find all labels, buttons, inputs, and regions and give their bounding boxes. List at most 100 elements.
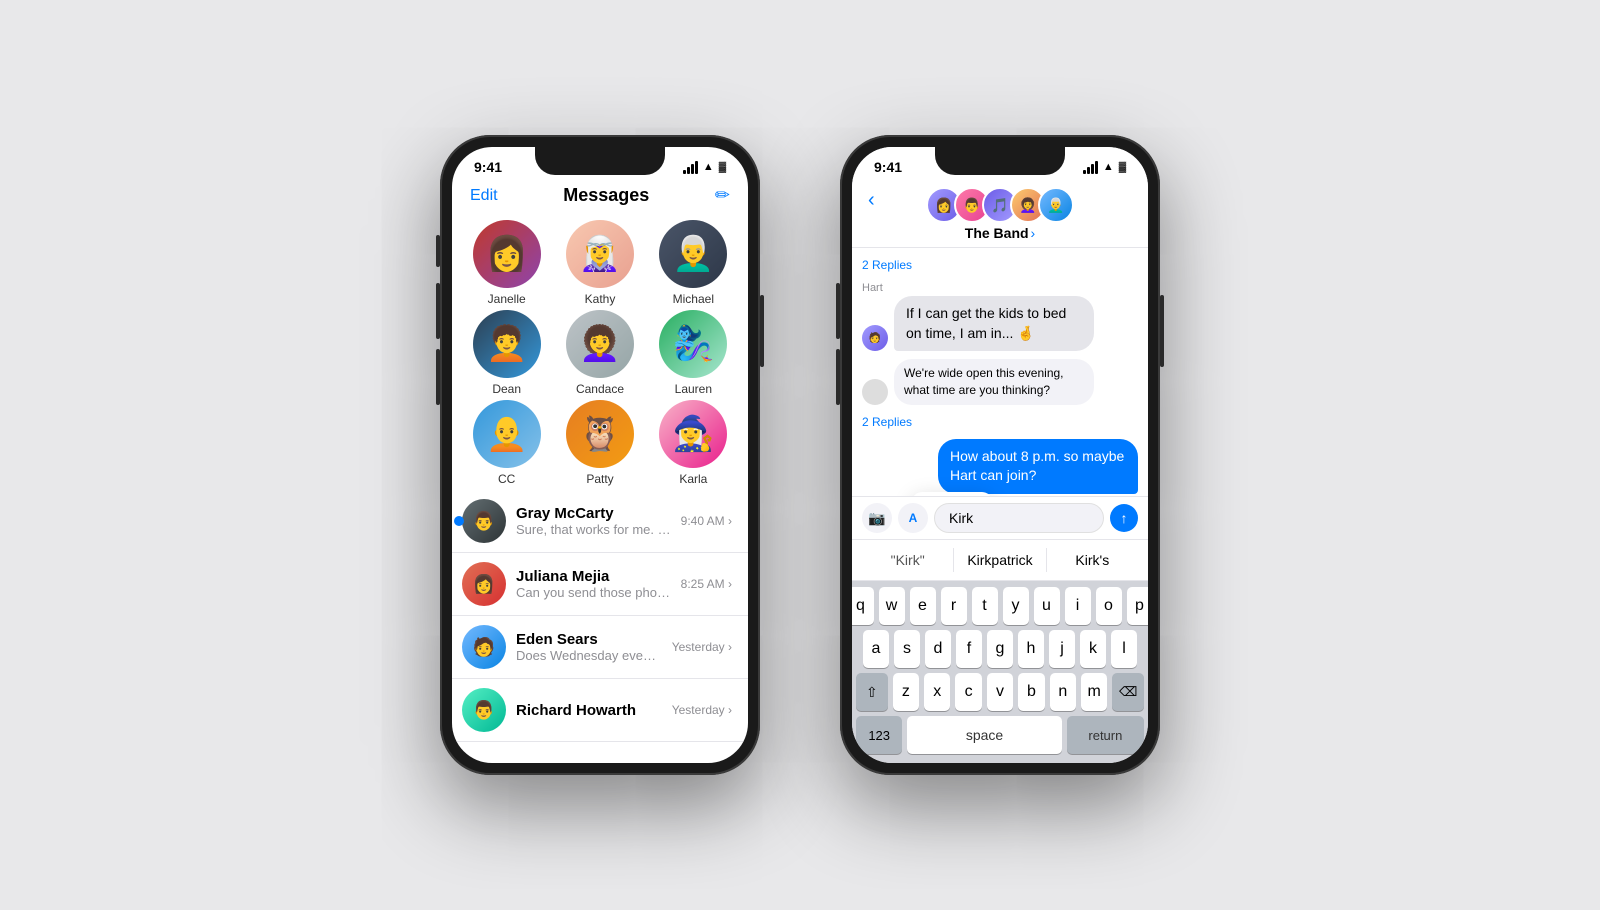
pinned-label-candace: Candace xyxy=(576,382,624,396)
replies-label-2: 2 Replies xyxy=(862,413,1138,431)
sender-hart: Hart xyxy=(862,282,1138,294)
message-meta-eden: Yesterday › xyxy=(672,640,732,654)
mute-button[interactable] xyxy=(436,349,440,405)
pinned-item-dean[interactable]: 🧑‍🦱 Dean xyxy=(462,310,551,396)
group-avatars[interactable]: 👩 👨 🎵 👩‍🦱 👨‍🦳 xyxy=(926,187,1074,223)
key-a[interactable]: a xyxy=(863,630,889,668)
pinned-item-candace[interactable]: 👩‍🦱 Candace xyxy=(555,310,644,396)
compose-button[interactable]: ✏ xyxy=(715,185,730,206)
key-o[interactable]: o xyxy=(1096,587,1122,625)
volume-down-button[interactable] xyxy=(436,283,440,339)
sender-name-juliana: Juliana Mejia xyxy=(516,568,671,585)
key-y[interactable]: y xyxy=(1003,587,1029,625)
pinned-label-janelle: Janelle xyxy=(488,292,526,306)
mention-popup[interactable]: 👨 Kirk xyxy=(912,492,992,496)
message-content-juliana: Juliana Mejia Can you send those photos? xyxy=(516,568,671,600)
shift-key[interactable]: ⇧ xyxy=(856,673,888,711)
notch-2 xyxy=(935,147,1065,175)
key-f[interactable]: f xyxy=(956,630,982,668)
unread-indicator xyxy=(454,516,464,526)
avatar-karla: 🧙‍♀️ xyxy=(659,400,727,468)
key-u[interactable]: u xyxy=(1034,587,1060,625)
message-item-gray[interactable]: 👨 Gray McCarty Sure, that works for me. … xyxy=(452,490,748,553)
autocomplete-item-kirks[interactable]: Kirk's xyxy=(1047,548,1138,572)
delete-key[interactable]: ⌫ xyxy=(1112,673,1144,711)
key-p[interactable]: p xyxy=(1127,587,1149,625)
conversation-messages: 2 Replies Hart 🧑 If I can get the kids t… xyxy=(852,248,1148,496)
mute-button-2[interactable] xyxy=(836,349,840,405)
messages-nav: Edit Messages ✏ xyxy=(452,183,748,214)
space-key[interactable]: space xyxy=(907,716,1061,754)
sender-name-richard: Richard Howarth xyxy=(516,702,662,719)
message-item-juliana[interactable]: 👩 Juliana Mejia Can you send those photo… xyxy=(452,553,748,616)
key-s[interactable]: s xyxy=(894,630,920,668)
bubble-anon: We're wide open this evening, what time … xyxy=(894,359,1094,405)
message-input[interactable]: Kirk xyxy=(934,503,1104,533)
key-v[interactable]: v xyxy=(987,673,1013,711)
message-item-eden[interactable]: 🧑 Eden Sears Does Wednesday evening work… xyxy=(452,616,748,679)
key-n[interactable]: n xyxy=(1050,673,1076,711)
pinned-label-cc: CC xyxy=(498,472,515,486)
key-l[interactable]: l xyxy=(1111,630,1137,668)
message-meta-gray: 9:40 AM › xyxy=(681,514,732,528)
key-j[interactable]: j xyxy=(1049,630,1075,668)
phone-2: 9:41 ▲ ▓ xyxy=(840,135,1160,775)
pinned-item-patty[interactable]: 🦉 Patty xyxy=(555,400,644,486)
key-x[interactable]: x xyxy=(924,673,950,711)
group-name-row[interactable]: The Band › xyxy=(965,225,1035,241)
key-k[interactable]: k xyxy=(1080,630,1106,668)
key-g[interactable]: g xyxy=(987,630,1013,668)
numbers-key[interactable]: 123 xyxy=(856,716,902,754)
return-key[interactable]: return xyxy=(1067,716,1144,754)
pinned-item-cc[interactable]: 🧑‍🦲 CC xyxy=(462,400,551,486)
volume-down-button-2[interactable] xyxy=(836,283,840,339)
pinned-item-lauren[interactable]: 🧞‍♀️ Lauren xyxy=(649,310,738,396)
camera-button[interactable]: 📷 xyxy=(862,503,892,533)
back-button[interactable]: ‹ xyxy=(868,189,875,212)
key-d[interactable]: d xyxy=(925,630,951,668)
edit-button[interactable]: Edit xyxy=(470,187,498,205)
message-list: 👨 Gray McCarty Sure, that works for me. … xyxy=(452,490,748,742)
pinned-item-janelle[interactable]: 👩 Janelle xyxy=(462,220,551,306)
key-w[interactable]: w xyxy=(879,587,905,625)
avatar-lauren: 🧞‍♀️ xyxy=(659,310,727,378)
key-h[interactable]: h xyxy=(1018,630,1044,668)
message-content-richard: Richard Howarth xyxy=(516,702,662,719)
wifi-icon-2: ▲ xyxy=(1103,161,1114,173)
message-item-richard[interactable]: 👨 Richard Howarth Yesterday › xyxy=(452,679,748,742)
message-hart: Hart 🧑 If I can get the kids to bed on t… xyxy=(862,282,1138,351)
power-button[interactable] xyxy=(760,295,764,367)
volume-up-button[interactable] xyxy=(436,235,440,267)
keyboard-row-3: ⇧ z x c v b n m ⌫ xyxy=(856,673,1144,711)
key-r[interactable]: r xyxy=(941,587,967,625)
battery-icon-2: ▓ xyxy=(1119,162,1126,173)
avatar-patty: 🦉 xyxy=(566,400,634,468)
bubble-row-hart: 🧑 If I can get the kids to bed on time, … xyxy=(862,296,1138,351)
key-e[interactable]: e xyxy=(910,587,936,625)
message-time-gray: 9:40 AM › xyxy=(681,514,732,528)
key-q[interactable]: q xyxy=(852,587,874,625)
key-i[interactable]: i xyxy=(1065,587,1091,625)
key-m[interactable]: m xyxy=(1081,673,1107,711)
sender-name-eden: Eden Sears xyxy=(516,631,662,648)
group-chevron[interactable]: › xyxy=(1031,225,1036,241)
pinned-label-kathy: Kathy xyxy=(585,292,616,306)
appstore-button[interactable]: A xyxy=(898,503,928,533)
key-c[interactable]: c xyxy=(955,673,981,711)
autocomplete-item-kirkpatrick[interactable]: Kirkpatrick xyxy=(954,548,1046,572)
key-b[interactable]: b xyxy=(1018,673,1044,711)
bubble-hart: If I can get the kids to bed on time, I … xyxy=(894,296,1094,351)
avatar-eden: 🧑 xyxy=(462,625,506,669)
pinned-item-kathy[interactable]: 🧝‍♀️ Kathy xyxy=(555,220,644,306)
keyboard: q w e r t y u i o p a xyxy=(852,581,1148,763)
messages-title: Messages xyxy=(563,185,649,206)
power-button-2[interactable] xyxy=(1160,295,1164,367)
avatar-gray: 👨 xyxy=(462,499,506,543)
autocomplete-item-kirk-quoted[interactable]: "Kirk" xyxy=(862,548,954,572)
key-z[interactable]: z xyxy=(893,673,919,711)
pinned-item-karla[interactable]: 🧙‍♀️ Karla xyxy=(649,400,738,486)
pinned-item-michael[interactable]: 👨‍🦳 Michael xyxy=(649,220,738,306)
key-t[interactable]: t xyxy=(972,587,998,625)
send-button[interactable]: ↑ xyxy=(1110,504,1138,532)
avatar-dean: 🧑‍🦱 xyxy=(473,310,541,378)
